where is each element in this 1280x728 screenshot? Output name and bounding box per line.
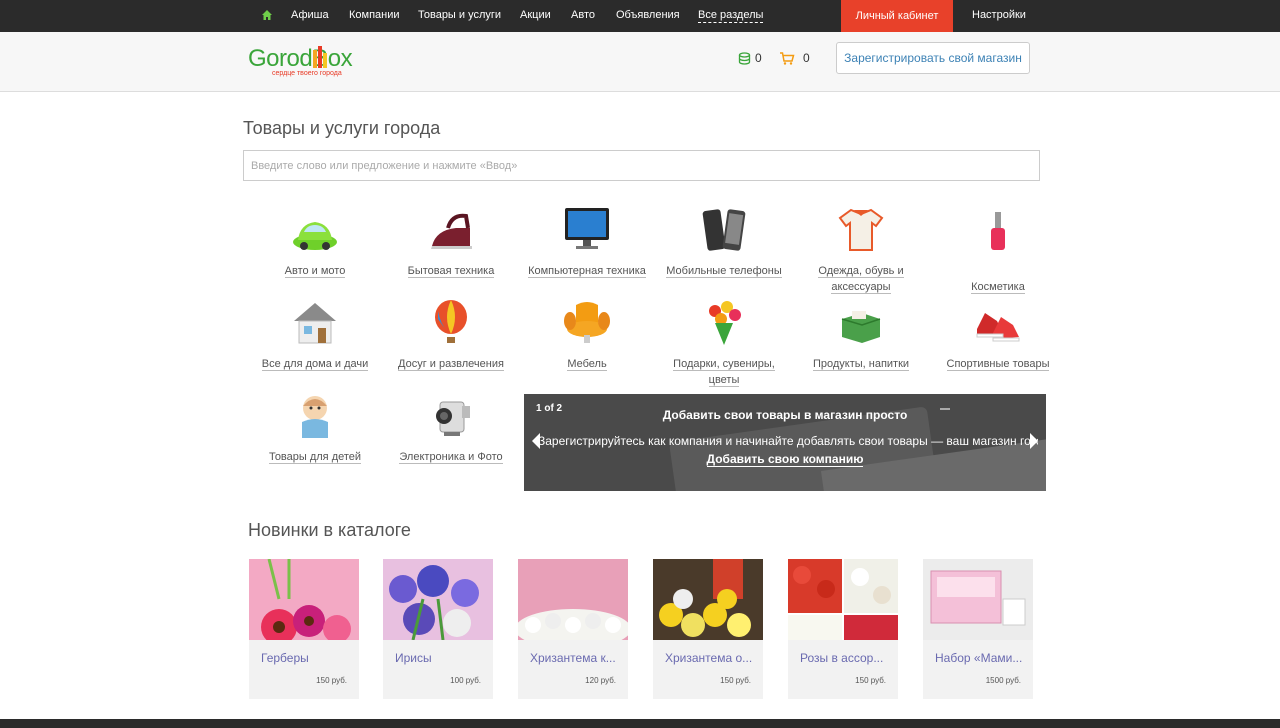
logo-tagline: сердце твоего города: [272, 70, 342, 77]
nav-goods-services[interactable]: Товары и услуги: [418, 9, 501, 21]
nav-afisha[interactable]: Афиша: [291, 9, 329, 21]
product-card[interactable]: Хризантема о... 150 руб.: [653, 559, 763, 699]
category-appliances[interactable]: Бытовая техника: [386, 206, 516, 279]
product-name: Хризантема к...: [530, 651, 616, 665]
settings-link[interactable]: Настройки: [972, 9, 1026, 21]
category-label: Бытовая техника: [407, 265, 495, 278]
product-price: 150 руб.: [855, 676, 886, 685]
category-clothes[interactable]: Одежда, обувь и аксессуары: [796, 206, 926, 295]
category-cosmetics[interactable]: Косметика: [933, 206, 1063, 295]
coins-count: 0: [755, 51, 762, 65]
product-image: [383, 559, 493, 640]
product-image: [249, 559, 359, 640]
product-price: 150 руб.: [316, 676, 347, 685]
product-price: 1500 руб.: [985, 676, 1021, 685]
category-label: Продукты, напитки: [812, 358, 910, 371]
logo-box-icon: [313, 46, 327, 68]
category-sports[interactable]: Спортивные товары: [933, 299, 1063, 372]
product-image: [923, 559, 1033, 640]
cart-icon: [780, 51, 795, 65]
product-image: [653, 559, 763, 640]
nav-promotions[interactable]: Акции: [520, 9, 551, 21]
top-nav: Афиша Компании Товары и услуги Акции Авт…: [0, 0, 1280, 34]
nav-companies[interactable]: Компании: [349, 9, 400, 21]
shirt-icon: [838, 208, 884, 251]
nav-auto[interactable]: Авто: [571, 9, 595, 21]
product-image: [518, 559, 628, 640]
product-price: 120 руб.: [585, 676, 616, 685]
phones-icon: [702, 209, 746, 251]
category-label: Электроника и Фото: [399, 451, 503, 464]
monitor-icon: [565, 208, 609, 249]
product-card[interactable]: Набор «Мами... 1500 руб.: [923, 559, 1033, 699]
nav-all-sections[interactable]: Все разделы: [698, 9, 764, 23]
logo[interactable]: GorodBox сердце твоего города: [248, 46, 358, 82]
category-label: Компьютерная техника: [528, 265, 646, 278]
sneakers-icon: [976, 313, 1020, 342]
category-label: Все для дома и дачи: [261, 358, 369, 371]
promo-slider: 1 of 2 Добавить свои товары в магазин пр…: [524, 394, 1046, 491]
slider-text: Зарегистрируйтесь как компания и начинай…: [538, 434, 1038, 448]
car-icon: [293, 222, 337, 250]
personal-cabinet-button[interactable]: Личный кабинет: [841, 0, 953, 34]
new-items-title: Новинки в каталоге: [248, 520, 411, 540]
category-label: Спортивные товары: [946, 358, 1050, 371]
category-computers[interactable]: Компьютерная техника: [522, 206, 652, 279]
product-name: Ирисы: [395, 651, 432, 665]
product-name: Герберы: [261, 651, 309, 665]
category-leisure[interactable]: Досуг и развлечения: [386, 299, 516, 372]
nav-ads[interactable]: Объявления: [616, 9, 680, 21]
category-electronics[interactable]: Электроника и Фото: [386, 392, 516, 465]
baby-icon: [302, 396, 328, 438]
category-label: Товары для детей: [268, 451, 362, 464]
slider-next-arrow-icon[interactable]: [1030, 433, 1038, 449]
product-name: Хризантема о...: [665, 651, 753, 665]
category-label: Одежда, обувь и аксессуары: [818, 265, 904, 294]
category-mobile[interactable]: Мобильные телефоны: [659, 206, 789, 279]
page-title: Товары и услуги города: [243, 118, 441, 138]
category-label: Подарки, сувениры, цветы: [673, 358, 775, 387]
coins-icon: [738, 51, 751, 65]
bouquet-icon: [709, 301, 741, 345]
product-card[interactable]: Хризантема к... 120 руб.: [518, 559, 628, 699]
iron-icon: [431, 213, 472, 249]
house-icon: [294, 303, 336, 344]
product-image: [788, 559, 898, 640]
product-card[interactable]: Герберы 150 руб.: [249, 559, 359, 699]
slider-minimize-icon[interactable]: [940, 408, 950, 410]
header: GorodBox сердце твоего города 0 0 Зареги…: [0, 32, 1280, 92]
category-gifts[interactable]: Подарки, сувениры, цветы: [659, 299, 789, 388]
product-name: Набор «Мами...: [935, 651, 1023, 665]
add-company-link[interactable]: Добавить свою компанию: [706, 452, 864, 467]
home-icon[interactable]: [261, 9, 273, 21]
category-label: Косметика: [971, 281, 1025, 294]
category-kids[interactable]: Товары для детей: [250, 392, 380, 465]
armchair-icon: [564, 302, 610, 343]
slider-title: Добавить свои товары в магазин просто: [662, 408, 908, 422]
category-label: Авто и мото: [284, 265, 346, 278]
nail-polish-icon: [991, 212, 1005, 250]
category-home[interactable]: Все для дома и дачи: [250, 299, 380, 372]
footer-strip: [0, 719, 1280, 728]
search-input[interactable]: [243, 150, 1040, 181]
cart-count: 0: [803, 51, 810, 65]
category-label: Мобильные телефоны: [666, 265, 782, 278]
category-furniture[interactable]: Мебель: [522, 299, 652, 372]
category-label: Мебель: [567, 358, 607, 371]
cart-counter[interactable]: 0: [779, 51, 810, 65]
product-price: 100 руб.: [450, 676, 481, 685]
category-food[interactable]: Продукты, напитки: [796, 299, 926, 372]
category-label: Досуг и развлечения: [398, 358, 504, 371]
logo-text-box: ox: [327, 45, 353, 72]
register-shop-button[interactable]: Зарегистрировать свой магазин: [836, 42, 1030, 74]
product-price: 150 руб.: [720, 676, 751, 685]
balloon-icon: [435, 300, 467, 343]
coins-counter[interactable]: 0: [738, 51, 762, 65]
product-card[interactable]: Ирисы 100 руб.: [383, 559, 493, 699]
grocery-box-icon: [841, 311, 881, 343]
product-name: Розы в ассор...: [800, 651, 884, 665]
product-card[interactable]: Розы в ассор... 150 руб.: [788, 559, 898, 699]
category-auto[interactable]: Авто и мото: [250, 206, 380, 279]
camcorder-icon: [436, 401, 470, 436]
